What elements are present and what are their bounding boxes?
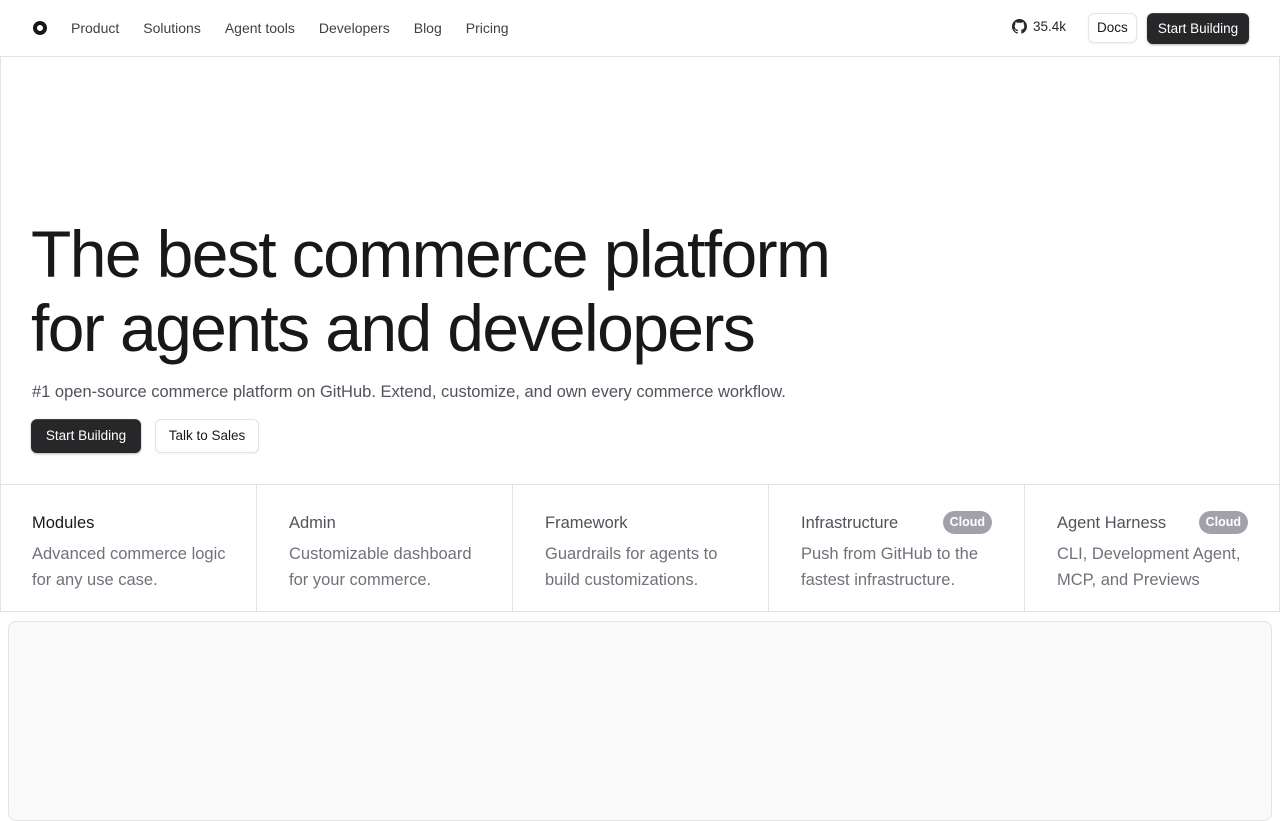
nav-link-product[interactable]: Product [71,19,119,37]
feature-tabs: Modules Advanced commerce logic for any … [0,484,1280,612]
docs-button[interactable]: Docs [1088,13,1137,43]
nav-link-pricing[interactable]: Pricing [466,19,509,37]
talk-to-sales-button[interactable]: Talk to Sales [155,419,259,453]
hero-title-line-2: for agents and developers [31,291,756,365]
feature-tab-modules[interactable]: Modules Advanced commerce logic for any … [0,485,256,612]
nav-start-building-button[interactable]: Start Building [1147,13,1249,44]
feature-title: Framework [545,514,628,532]
product-preview-panel [8,621,1272,821]
hero-title-line-1: The best commerce platform [31,217,831,291]
feature-title: Admin [289,514,336,532]
cloud-badge: Cloud [942,511,992,534]
github-star-count: 35.4k [1033,19,1067,34]
feature-tab-admin[interactable]: Admin Customizable dashboard for your co… [256,485,512,612]
feature-description: Guardrails for agents to build customiza… [545,545,718,589]
logo-icon[interactable] [33,21,47,35]
feature-tab-infrastructure[interactable]: Infrastructure Cloud Push from GitHub to… [768,485,1024,612]
feature-description: Customizable dashboard for your commerce… [289,545,472,589]
feature-description: Push from GitHub to the fastest infrastr… [801,545,978,589]
feature-title: Modules [32,514,95,532]
hero-start-building-button[interactable]: Start Building [31,419,141,453]
hero-subtitle: #1 open-source commerce platform on GitH… [32,383,786,401]
github-stars-link[interactable]: 35.4k [1012,19,1066,34]
github-icon [1012,19,1027,34]
nav-link-blog[interactable]: Blog [414,19,442,37]
feature-description: Advanced commerce logic for any use case… [32,545,226,589]
hero-title: The best commerce platform for agents an… [31,217,931,365]
feature-tab-framework[interactable]: Framework Guardrails for agents to build… [512,485,768,612]
nav-links: Product Solutions Agent tools Developers… [71,19,533,37]
feature-description: CLI, Development Agent, MCP, and Preview… [1057,545,1241,589]
cloud-badge: Cloud [1198,511,1248,534]
nav-link-solutions[interactable]: Solutions [143,19,201,37]
nav-link-developers[interactable]: Developers [319,19,390,37]
top-navigation: Product Solutions Agent tools Developers… [0,0,1280,57]
nav-link-agent-tools[interactable]: Agent tools [225,19,295,37]
feature-tab-agent-harness[interactable]: Agent Harness Cloud CLI, Development Age… [1024,485,1280,612]
